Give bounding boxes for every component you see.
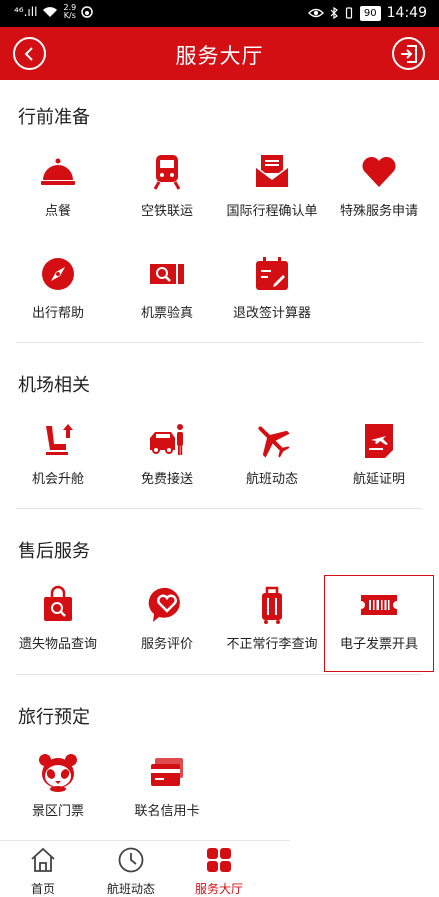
luggage-icon xyxy=(252,585,292,625)
heart-icon xyxy=(359,152,399,192)
car-person-icon xyxy=(147,420,187,460)
bluetooth-icon xyxy=(330,7,338,19)
service-item-label: 退改签计算器 xyxy=(232,306,311,321)
credit-card-icon xyxy=(147,752,187,792)
delay-certificate-icon xyxy=(359,420,399,460)
vibrate-icon xyxy=(345,7,353,19)
section-title-airport: 机场相关 xyxy=(18,375,90,396)
compass-icon xyxy=(38,254,78,294)
clock-icon xyxy=(118,847,144,873)
service-item-upgrade[interactable]: 机会升舱 xyxy=(6,420,110,490)
service-item-ticket-verify[interactable]: 机票验真 xyxy=(115,254,219,324)
service-item-travel-help[interactable]: 出行帮助 xyxy=(6,254,110,324)
grid-icon xyxy=(207,848,231,872)
clock: 14:49 xyxy=(386,5,427,21)
service-item-label: 遗失物品查询 xyxy=(18,637,97,652)
service-item-label: 国际行程确认单 xyxy=(226,204,318,219)
tab-label: 航班动态 xyxy=(106,882,155,896)
service-item-label: 免费接送 xyxy=(140,472,193,487)
service-item-co-branded-card[interactable]: 联名信用卡 xyxy=(115,752,219,822)
tab-label: 服务大厅 xyxy=(194,882,243,896)
train-icon xyxy=(147,152,187,192)
ticket-search-icon xyxy=(147,254,187,294)
service-item-flight-status[interactable]: 航班动态 xyxy=(220,420,324,490)
service-item-label: 航班动态 xyxy=(245,472,298,487)
service-item-air-rail[interactable]: 空铁联运 xyxy=(115,152,219,222)
exit-button[interactable] xyxy=(392,37,425,70)
wifi-icon xyxy=(43,7,58,17)
envelope-icon xyxy=(252,152,292,192)
service-item-feedback[interactable]: 服务评价 xyxy=(115,585,219,655)
airplane-icon xyxy=(252,420,292,460)
net-speed: 2.9 K/s xyxy=(63,4,76,20)
service-item-label: 机会升舱 xyxy=(31,472,84,487)
service-item-label: 联名信用卡 xyxy=(134,804,200,819)
tab-service-hall[interactable]: 服务大厅 xyxy=(179,846,259,897)
status-bar: ⁴⁶.ıll 2.9 K/s 90 14:49 xyxy=(0,0,439,27)
section-title-after-sales: 售后服务 xyxy=(18,541,90,562)
app-header: 服务大厅 xyxy=(0,27,439,80)
service-item-meal[interactable]: 点餐 xyxy=(6,152,110,222)
service-item-label: 航延证明 xyxy=(352,472,405,487)
signal-icon: ⁴⁶.ıll xyxy=(14,5,38,19)
tab-flight-status[interactable]: 航班动态 xyxy=(91,846,171,897)
service-item-special-service[interactable]: 特殊服务申请 xyxy=(327,152,431,222)
bottom-tab-bar: 首页 航班动态 服务大厅 xyxy=(0,840,439,897)
service-item-label: 特殊服务申请 xyxy=(339,204,418,219)
seat-upgrade-icon xyxy=(38,420,78,460)
section-divider xyxy=(16,342,422,343)
service-item-delay-certificate[interactable]: 航延证明 xyxy=(327,420,431,490)
service-item-itinerary[interactable]: 国际行程确认单 xyxy=(220,152,324,222)
exit-icon xyxy=(400,44,417,63)
service-item-label: 景区门票 xyxy=(31,804,84,819)
sync-icon xyxy=(81,6,93,18)
chat-heart-icon xyxy=(147,585,187,625)
service-item-label: 不正常行李查询 xyxy=(226,637,318,652)
service-item-label: 服务评价 xyxy=(140,637,193,652)
cloche-icon xyxy=(38,152,78,192)
page-title: 服务大厅 xyxy=(175,44,264,68)
service-item-e-invoice[interactable]: 电子发票开具 xyxy=(327,585,431,655)
service-item-label: 机票验真 xyxy=(140,306,193,321)
invoice-ticket-icon xyxy=(359,585,399,625)
eye-icon xyxy=(307,8,324,18)
section-title-travel-booking: 旅行预定 xyxy=(18,707,90,728)
section-title-pre-trip: 行前准备 xyxy=(18,107,90,128)
service-item-lost-found[interactable]: 遗失物品查询 xyxy=(6,585,110,655)
section-divider xyxy=(16,508,422,509)
home-icon xyxy=(31,847,55,872)
battery-indicator: 90 xyxy=(359,5,381,21)
section-divider xyxy=(16,674,422,675)
tabbar-divider xyxy=(0,840,290,841)
tab-home[interactable]: 首页 xyxy=(3,846,83,897)
calendar-edit-icon xyxy=(252,254,292,294)
service-item-free-shuttle[interactable]: 免费接送 xyxy=(115,420,219,490)
lost-bag-icon xyxy=(38,585,78,625)
service-item-label: 出行帮助 xyxy=(31,306,84,321)
service-item-scenic-tickets[interactable]: 景区门票 xyxy=(6,752,110,822)
panda-icon xyxy=(38,752,78,792)
service-item-baggage-query[interactable]: 不正常行李查询 xyxy=(220,585,324,655)
net-speed-unit: K/s xyxy=(63,11,76,20)
tab-label: 首页 xyxy=(30,882,55,896)
service-item-change-calculator[interactable]: 退改签计算器 xyxy=(220,254,324,324)
service-item-label: 空铁联运 xyxy=(140,204,193,219)
service-item-label: 电子发票开具 xyxy=(339,637,418,652)
service-item-label: 点餐 xyxy=(44,204,71,219)
